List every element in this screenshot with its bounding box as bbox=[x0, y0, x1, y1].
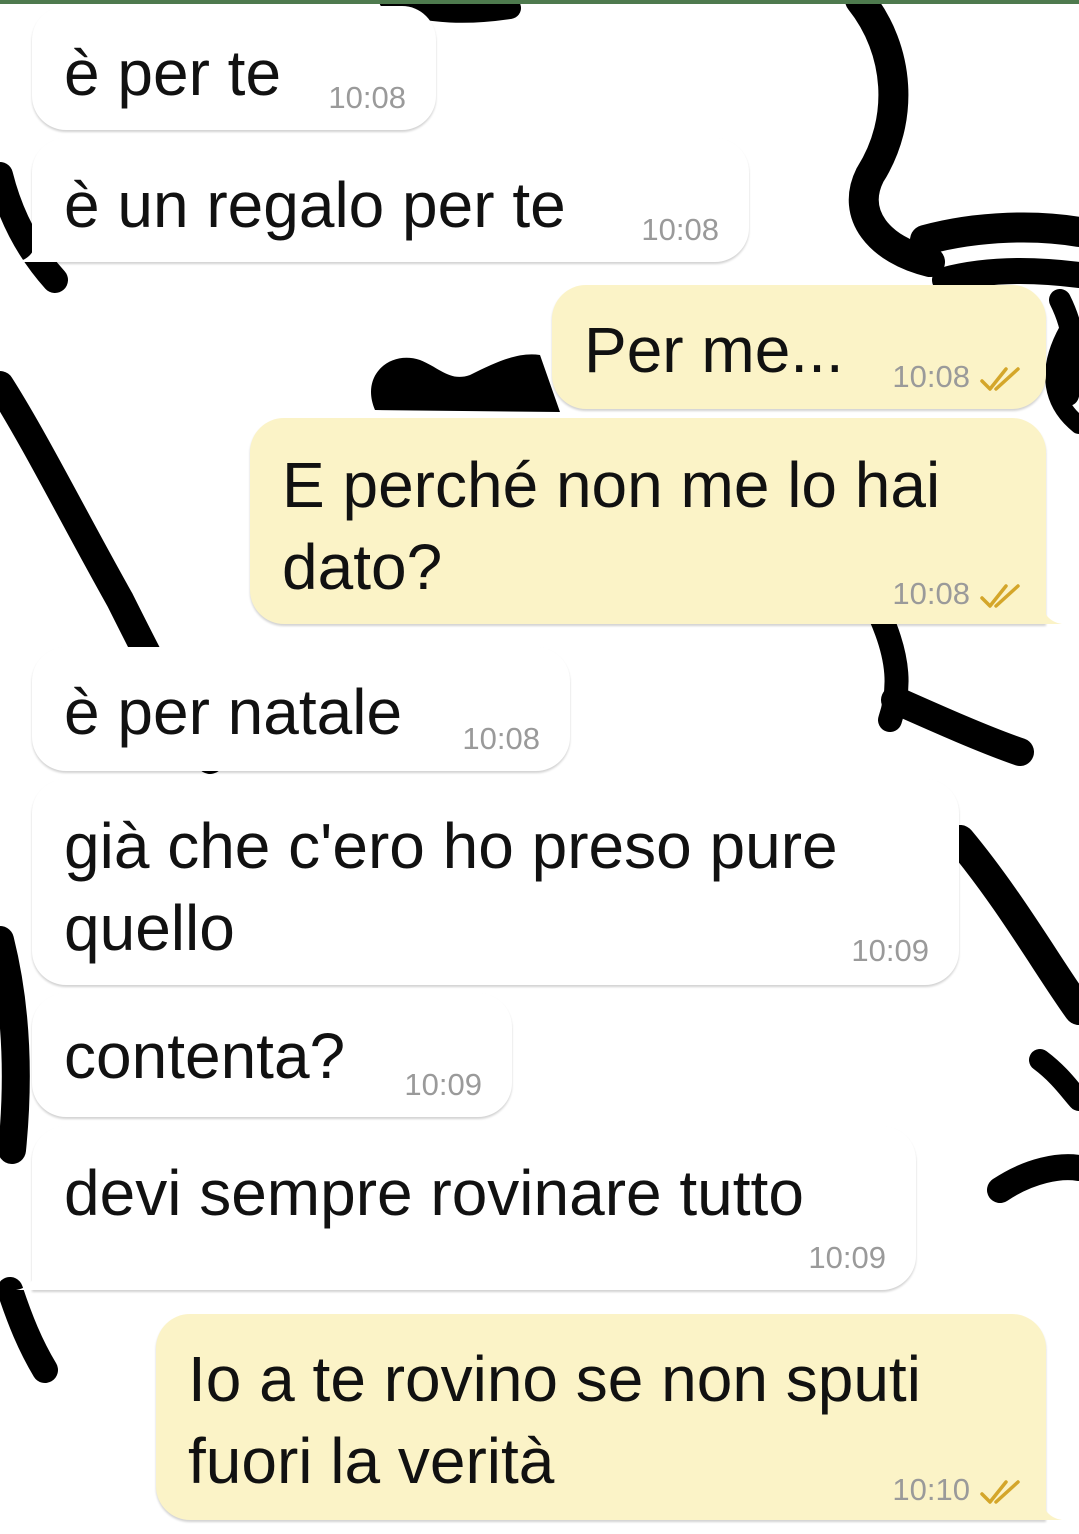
message-bubble-incoming[interactable]: è per natale 10:08 bbox=[32, 647, 570, 771]
message-text-line: Io a te rovino se non sputi bbox=[188, 1343, 921, 1415]
message-bubble-outgoing[interactable]: E perché non me lo hai dato? 10:08 bbox=[250, 418, 1062, 624]
wallpaper-stroke bbox=[945, 825, 1079, 1025]
message-timestamp: 10:08 bbox=[892, 359, 970, 394]
message-bubble-incoming[interactable]: è per te 10:08 bbox=[32, 6, 436, 130]
message-timestamp: 10:09 bbox=[808, 1240, 886, 1275]
message-text: è per te bbox=[64, 37, 282, 109]
double-check-icon bbox=[980, 1480, 1020, 1504]
message-timestamp: 10:09 bbox=[851, 933, 929, 968]
message-timestamp: 10:10 bbox=[892, 1472, 970, 1507]
message-bubble-outgoing[interactable]: Per me... 10:08 bbox=[552, 285, 1046, 409]
top-status-line bbox=[0, 0, 1079, 4]
message-text: contenta? bbox=[64, 1020, 346, 1092]
message-text: è per natale bbox=[64, 676, 403, 748]
message-text: devi sempre rovinare tutto bbox=[64, 1157, 804, 1229]
message-timestamp: 10:08 bbox=[892, 576, 970, 611]
message-text: Per me... bbox=[584, 314, 844, 386]
message-text-line: fuori la verità bbox=[188, 1425, 555, 1497]
message-bubble-incoming[interactable]: contenta? 10:09 bbox=[32, 993, 512, 1117]
wallpaper-stroke bbox=[0, 926, 30, 1164]
message-timestamp: 10:08 bbox=[641, 212, 719, 247]
wallpaper-stroke bbox=[845, 0, 945, 277]
message-bubble-incoming[interactable]: devi sempre rovinare tutto 10:09 bbox=[16, 1126, 916, 1290]
bubble-tail bbox=[16, 1266, 36, 1290]
wallpaper-stroke bbox=[910, 212, 1079, 255]
double-check-icon bbox=[980, 584, 1020, 608]
wallpaper-stroke bbox=[0, 1277, 58, 1383]
message-text-line: già che c'ero ho preso pure bbox=[64, 810, 838, 882]
message-bubble-outgoing[interactable]: Io a te rovino se non sputi fuori la ver… bbox=[156, 1314, 1062, 1520]
message-timestamp: 10:09 bbox=[404, 1067, 482, 1102]
bubble-tail bbox=[16, 238, 36, 262]
message-bubble-incoming[interactable]: è un regalo per te 10:08 bbox=[16, 138, 749, 262]
message-text: è un regalo per te bbox=[64, 169, 566, 241]
wallpaper-stroke bbox=[881, 686, 1034, 766]
message-text-line: E perché non me lo hai bbox=[282, 449, 941, 521]
message-timestamp: 10:08 bbox=[462, 721, 540, 756]
double-check-icon bbox=[980, 367, 1020, 391]
bubble-tail bbox=[1042, 1496, 1062, 1520]
bubble-tail bbox=[1042, 600, 1062, 624]
message-text-line: quello bbox=[64, 892, 235, 964]
wallpaper-stroke bbox=[1029, 1049, 1079, 1111]
message-text-line: dato? bbox=[282, 531, 443, 603]
wallpaper-stroke bbox=[868, 603, 909, 732]
message-bubble-incoming[interactable]: già che c'ero ho preso pure quello 10:09 bbox=[32, 779, 959, 985]
message-timestamp: 10:08 bbox=[328, 80, 406, 115]
wallpaper-stroke bbox=[987, 1154, 1079, 1203]
wallpaper-blob bbox=[371, 354, 560, 412]
wallpaper-stroke bbox=[932, 258, 1079, 293]
